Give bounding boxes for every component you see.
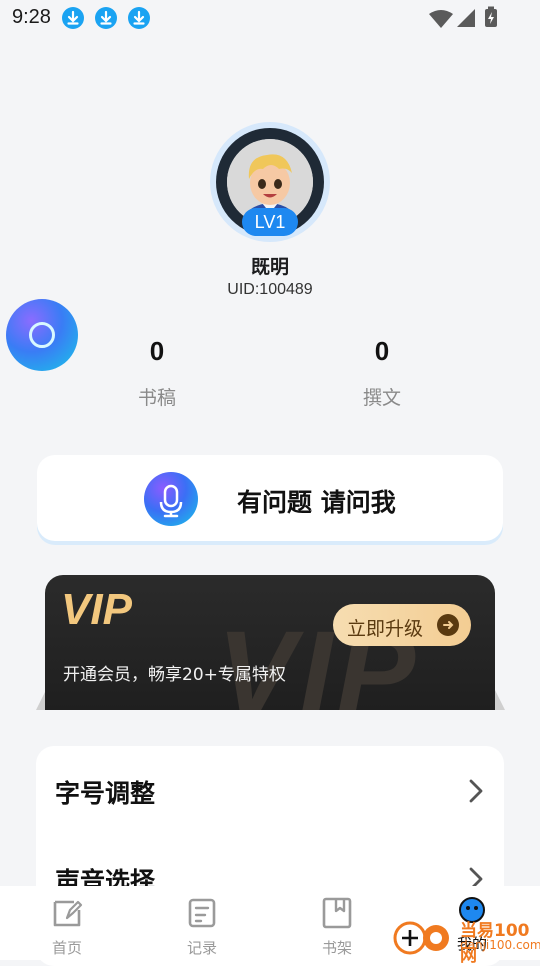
tab-home[interactable]: 首页 bbox=[22, 886, 112, 960]
tab-label: 记录 bbox=[186, 939, 217, 957]
upgrade-button-label: 立即升级 bbox=[347, 618, 424, 640]
download-notification-icon bbox=[62, 7, 84, 29]
download-notification-icon bbox=[128, 7, 150, 29]
watermark: 当易100网 danji100.com bbox=[390, 914, 540, 966]
floating-assistant-button[interactable] bbox=[6, 299, 78, 371]
ask-assistant-card[interactable]: 有问题 请问我 bbox=[37, 455, 503, 541]
stat-value: 0 bbox=[149, 336, 165, 366]
stat-label: 撰文 bbox=[362, 387, 401, 409]
tab-label: 书架 bbox=[321, 939, 352, 957]
bookshelf-icon bbox=[322, 897, 352, 929]
assistant-ring-icon bbox=[29, 322, 55, 348]
microphone-icon bbox=[144, 472, 198, 526]
arrow-right-icon bbox=[437, 614, 459, 636]
record-icon bbox=[188, 898, 216, 928]
avatar[interactable]: LV1 bbox=[210, 122, 330, 242]
setting-label: 字号调整 bbox=[55, 779, 156, 808]
setting-font-size[interactable]: 字号调整 bbox=[36, 746, 504, 836]
vip-description: 开通会员，畅享20+专属特权 bbox=[63, 665, 286, 685]
level-badge: LV1 bbox=[242, 208, 298, 236]
signal-icon bbox=[457, 9, 475, 27]
stat-manuscripts[interactable]: 0 书稿 bbox=[87, 336, 227, 410]
tab-label: 首页 bbox=[51, 939, 82, 957]
stat-articles[interactable]: 0 撰文 bbox=[312, 336, 452, 410]
home-icon bbox=[53, 900, 83, 927]
ask-label: 有问题 请问我 bbox=[237, 488, 396, 517]
user-uid: UID:100489 bbox=[227, 281, 313, 298]
tab-records[interactable]: 记录 bbox=[157, 886, 247, 960]
stat-label: 书稿 bbox=[137, 387, 176, 409]
upgrade-button[interactable]: 立即升级 bbox=[333, 604, 471, 646]
chevron-right-icon bbox=[469, 779, 483, 803]
watermark-url: danji100.com bbox=[460, 938, 540, 952]
status-time: 9:28 bbox=[12, 6, 51, 28]
vip-title: VIP bbox=[61, 585, 132, 634]
user-name: 既明 bbox=[250, 256, 289, 278]
vip-card[interactable]: VIP VIP 开通会员，畅享20+专属特权 立即升级 bbox=[45, 575, 495, 710]
tab-bookshelf[interactable]: 书架 bbox=[292, 886, 382, 960]
status-bar: 9:28 bbox=[0, 0, 540, 36]
watermark-logo-icon bbox=[393, 921, 449, 955]
vip-card-shadow bbox=[495, 690, 505, 710]
download-notification-icon bbox=[95, 7, 117, 29]
battery-icon bbox=[485, 6, 497, 27]
wifi-icon bbox=[429, 10, 453, 28]
stat-value: 0 bbox=[374, 336, 390, 366]
